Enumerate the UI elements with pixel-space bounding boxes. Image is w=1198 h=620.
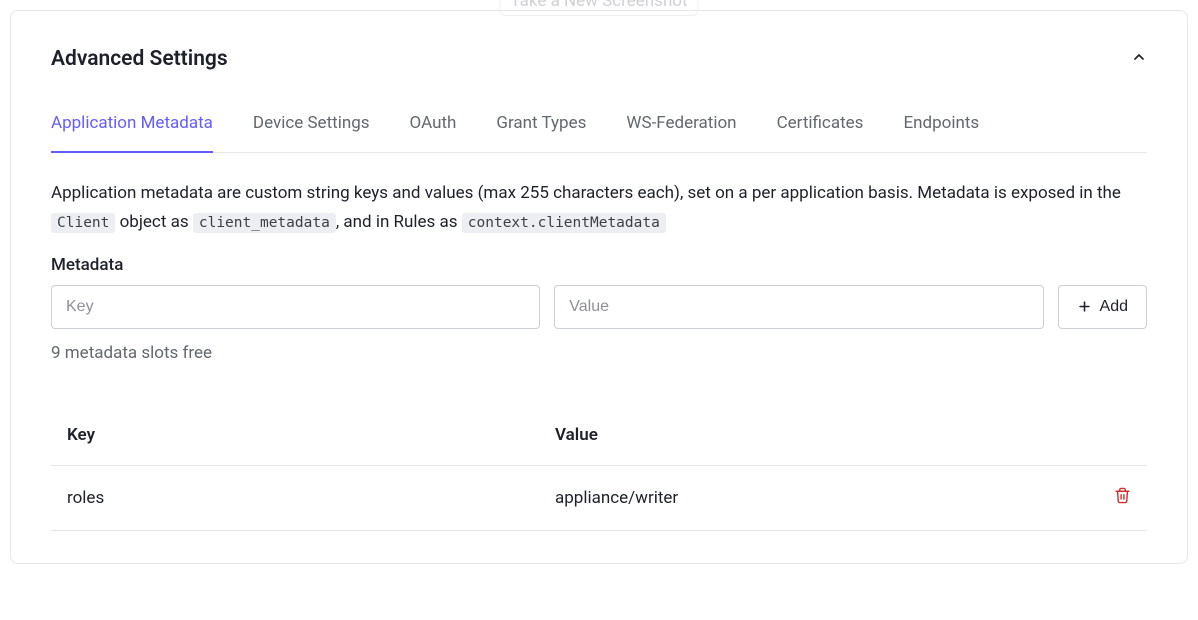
value-input[interactable] — [554, 285, 1043, 329]
desc-text: object as — [115, 212, 192, 232]
row-key: roles — [67, 488, 555, 508]
metadata-label: Metadata — [51, 255, 1147, 275]
input-row: Add — [51, 285, 1147, 329]
row-action — [1091, 486, 1131, 510]
plus-icon — [1077, 299, 1092, 314]
add-button-label: Add — [1100, 298, 1128, 316]
desc-text: Application metadata are custom string k… — [51, 183, 1121, 203]
tab-grant-types[interactable]: Grant Types — [496, 113, 586, 153]
tab-oauth[interactable]: OAuth — [410, 113, 457, 153]
desc-code-context: context.clientMetadata — [462, 213, 666, 233]
table-header: Key Value — [51, 405, 1147, 466]
table-row: roles appliance/writer — [51, 466, 1147, 531]
tab-application-metadata[interactable]: Application Metadata — [51, 113, 213, 153]
trash-icon[interactable] — [1114, 486, 1131, 505]
tab-certificates[interactable]: Certificates — [777, 113, 864, 153]
collapse-toggle[interactable] — [1131, 49, 1147, 69]
chevron-up-icon — [1131, 49, 1147, 65]
metadata-table: Key Value roles appliance/writer — [51, 405, 1147, 531]
panel-title: Advanced Settings — [51, 47, 228, 71]
header-value: Value — [555, 425, 1091, 445]
desc-code-client-metadata: client_metadata — [193, 213, 336, 233]
description: Application metadata are custom string k… — [51, 179, 1147, 237]
tabs: Application Metadata Device Settings OAu… — [51, 113, 1147, 153]
advanced-settings-panel: Advanced Settings Application Metadata D… — [10, 10, 1188, 564]
header-key: Key — [67, 425, 555, 445]
key-input[interactable] — [51, 285, 540, 329]
desc-code-client: Client — [51, 213, 115, 233]
slots-free-hint: 9 metadata slots free — [51, 343, 1147, 363]
desc-text: , and in Rules as — [336, 212, 462, 232]
tab-device-settings[interactable]: Device Settings — [253, 113, 370, 153]
add-button[interactable]: Add — [1058, 285, 1147, 329]
row-value: appliance/writer — [555, 488, 1091, 508]
tab-ws-federation[interactable]: WS-Federation — [626, 113, 736, 153]
panel-header: Advanced Settings — [51, 47, 1147, 71]
tab-endpoints[interactable]: Endpoints — [903, 113, 979, 153]
